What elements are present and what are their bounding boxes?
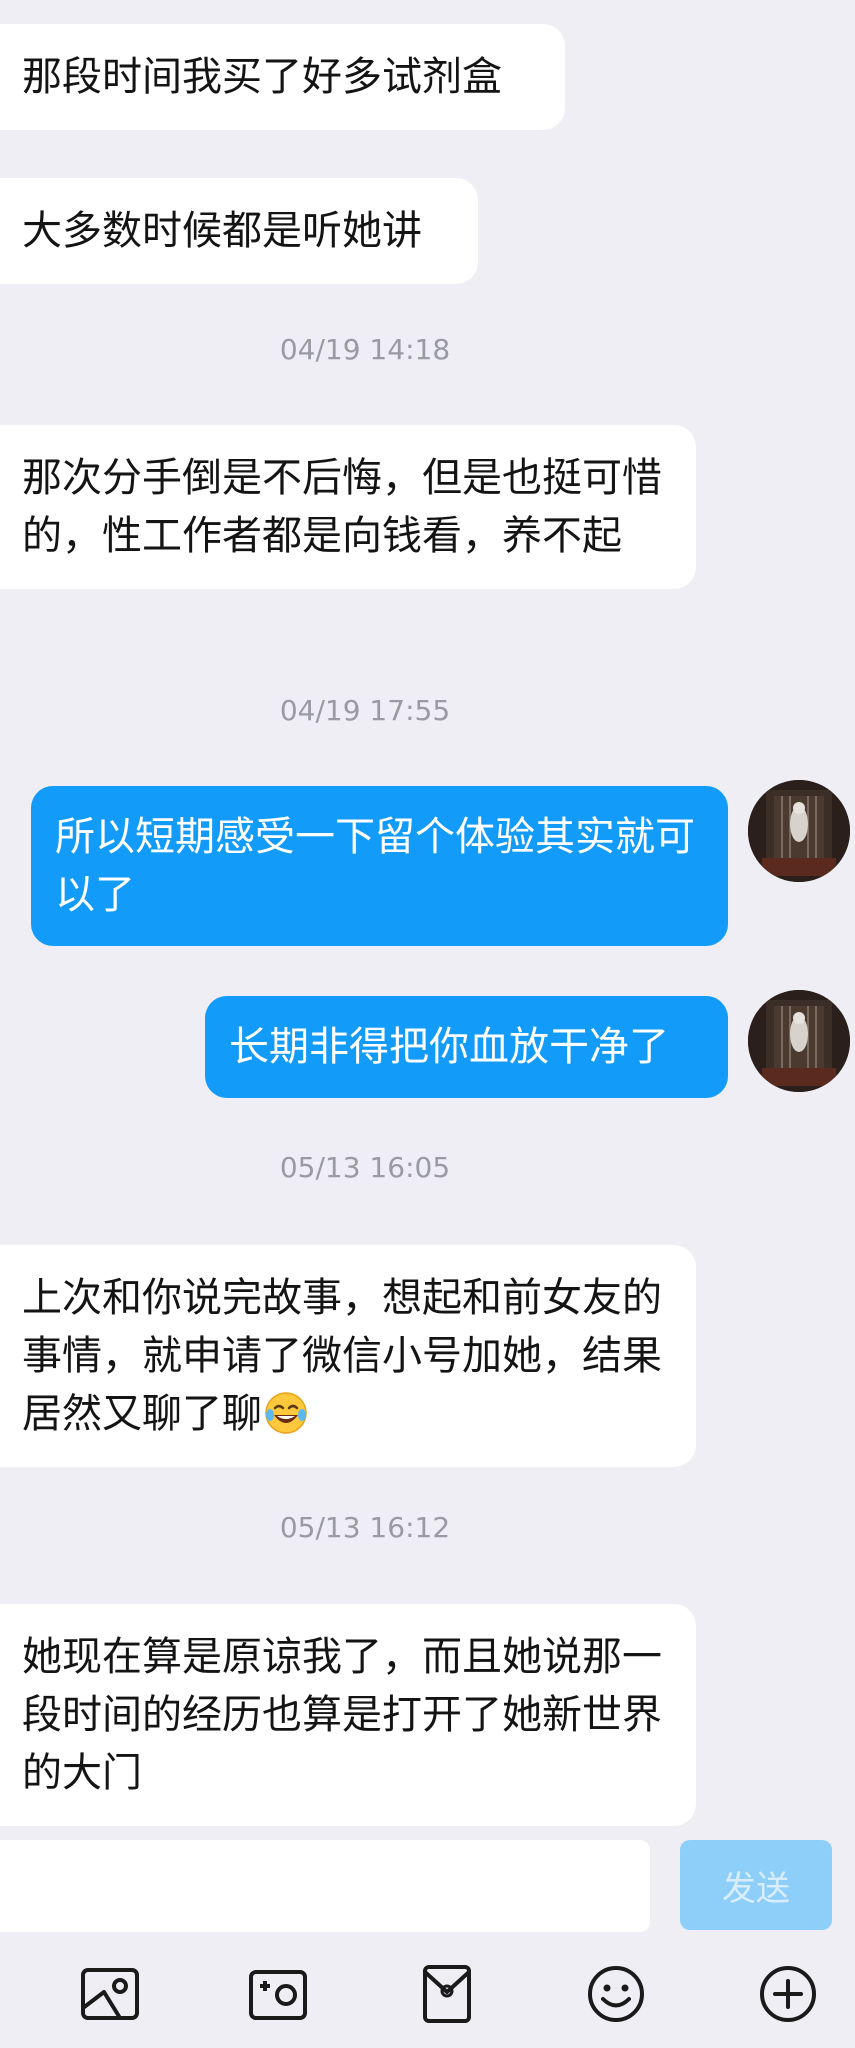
image-button[interactable] xyxy=(78,1962,142,2026)
message-bubble-sent[interactable]: 长期非得把你血放干净了 xyxy=(205,996,728,1098)
timestamp: 04/19 14:18 xyxy=(279,333,451,366)
chat-area[interactable]: 那段时间我买了好多试剂盒 大多数时候都是听她讲 04/19 14:18 那次分手… xyxy=(0,0,855,1830)
image-icon xyxy=(81,1968,139,2020)
timestamp: 05/13 16:05 xyxy=(279,1151,451,1184)
send-button[interactable]: 发送 xyxy=(680,1840,832,1930)
input-toolbar xyxy=(0,1950,855,2048)
emoji-button[interactable] xyxy=(584,1962,648,2026)
camera-button[interactable] xyxy=(246,1962,310,2026)
message-text: 所以短期感受一下留个体验其实就可以了 xyxy=(55,814,695,918)
message-bubble-sent[interactable]: 所以短期感受一下留个体验其实就可以了 xyxy=(31,786,728,946)
timestamp: 05/13 16:12 xyxy=(279,1511,451,1544)
more-button[interactable] xyxy=(756,1962,820,2026)
message-bubble[interactable]: 那次分手倒是不后悔，但是也挺可惜的，性工作者都是向钱看，养不起 xyxy=(0,425,696,589)
input-bar: 发送 xyxy=(0,1830,855,2048)
message-text: 长期非得把你血放干净了 xyxy=(229,1024,669,1070)
avatar[interactable] xyxy=(748,780,850,882)
message-bubble[interactable]: 那段时间我买了好多试剂盒 xyxy=(0,24,565,130)
camera-icon xyxy=(249,1970,307,2020)
message-bubble[interactable]: 上次和你说完故事，想起和前女友的事情，就申请了微信小号加她，结果居然又聊了聊 xyxy=(0,1245,696,1467)
red-packet-icon xyxy=(423,1965,471,2023)
message-text: 那段时间我买了好多试剂盒 xyxy=(22,54,502,100)
red-packet-button[interactable] xyxy=(415,1962,479,2026)
tears-of-joy-emoji-icon xyxy=(265,1392,307,1434)
message-text: 那次分手倒是不后悔，但是也挺可惜的，性工作者都是向钱看，养不起 xyxy=(22,455,662,559)
plus-icon xyxy=(760,1966,816,2022)
message-bubble[interactable]: 大多数时候都是听她讲 xyxy=(0,178,478,284)
emoji-icon xyxy=(588,1966,644,2022)
avatar[interactable] xyxy=(748,990,850,1092)
message-text: 上次和你说完故事，想起和前女友的事情，就申请了微信小号加她，结果居然又聊了聊 xyxy=(22,1275,662,1437)
message-text: 大多数时候都是听她讲 xyxy=(22,208,422,254)
timestamp: 04/19 17:55 xyxy=(279,694,451,727)
message-input[interactable] xyxy=(0,1840,650,1932)
message-bubble[interactable]: 她现在算是原谅我了，而且她说那一段时间的经历也算是打开了她新世界的大门 xyxy=(0,1604,696,1826)
message-text: 她现在算是原谅我了，而且她说那一段时间的经历也算是打开了她新世界的大门 xyxy=(22,1634,662,1796)
